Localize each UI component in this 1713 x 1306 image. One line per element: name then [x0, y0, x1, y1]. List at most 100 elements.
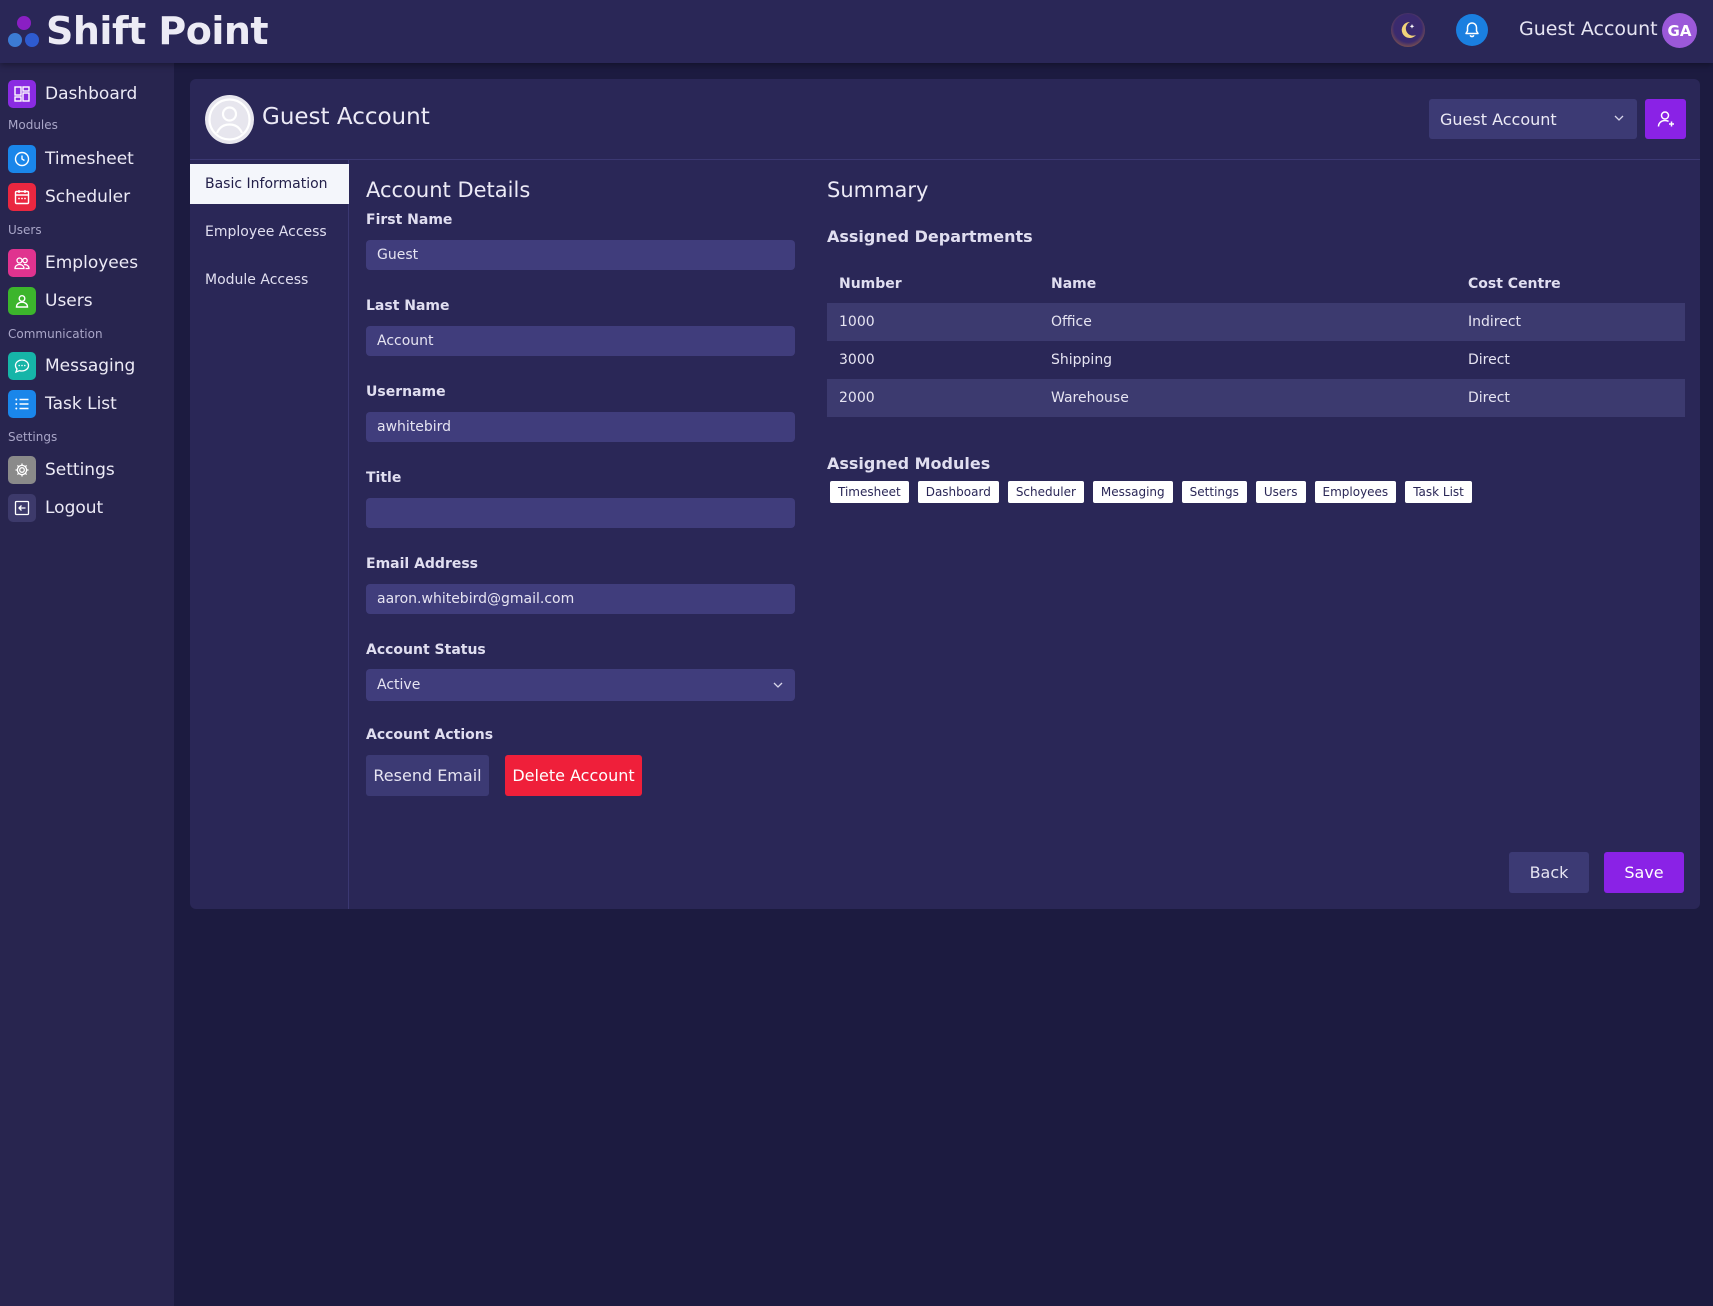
sidebar-item-label: Timesheet — [45, 149, 134, 169]
sidebar-item-scheduler[interactable]: Scheduler — [8, 182, 130, 212]
notifications-button[interactable] — [1456, 14, 1488, 46]
sidebar-item-users[interactable]: Users — [8, 286, 93, 316]
sidebar-section-modules: Modules — [8, 118, 58, 132]
calendar-icon — [8, 183, 36, 211]
username-label: Username — [366, 384, 446, 400]
top-bar: Shift Point Guest Account GA — [0, 0, 1713, 63]
sidebar-section-communication: Communication — [8, 327, 103, 341]
email-value: aaron.whitebird@gmail.com — [377, 591, 575, 607]
table-row: 3000 Shipping Direct — [827, 341, 1685, 379]
sidebar: Dashboard Modules Timesheet Scheduler Us… — [0, 63, 174, 1306]
module-chip-dashboard: Dashboard — [917, 481, 999, 503]
bell-icon — [1465, 22, 1479, 38]
people-icon — [8, 249, 36, 277]
add-user-icon — [1657, 111, 1674, 127]
sidebar-section-users: Users — [8, 223, 42, 237]
cell-cost-centre: Direct — [1468, 390, 1510, 406]
cell-number: 1000 — [839, 314, 875, 330]
sidebar-section-settings: Settings — [8, 430, 58, 444]
current-user-name[interactable]: Guest Account — [1519, 18, 1658, 40]
cell-cost-centre: Indirect — [1468, 314, 1522, 330]
tab-basic-information[interactable]: Basic Information — [190, 164, 349, 204]
title-field[interactable] — [366, 498, 795, 528]
back-button[interactable]: Back — [1509, 852, 1589, 893]
add-user-button[interactable] — [1645, 99, 1686, 139]
page-title: Guest Account — [262, 104, 430, 130]
sidebar-item-label: Messaging — [45, 356, 136, 376]
cell-number: 3000 — [839, 352, 875, 368]
column-name: Name — [1051, 276, 1097, 292]
sidebar-item-label: Task List — [45, 394, 117, 414]
table-header: Number Name Cost Centre — [827, 265, 1685, 303]
gear-icon — [8, 456, 36, 484]
cell-number: 2000 — [839, 390, 875, 406]
account-status-value: Active — [377, 677, 421, 693]
module-chip-timesheet: Timesheet — [830, 481, 909, 503]
user-icon — [8, 287, 36, 315]
logo-dots-icon — [6, 11, 42, 51]
account-details-title: Account Details — [366, 178, 531, 202]
chat-icon — [8, 352, 36, 380]
tab-list: Basic Information Employee Access Module… — [190, 160, 349, 909]
module-chip-settings: Settings — [1181, 481, 1247, 503]
last-name-label: Last Name — [366, 298, 450, 314]
account-status-label: Account Status — [366, 642, 486, 658]
last-name-field[interactable]: Account — [366, 326, 795, 356]
delete-account-button[interactable]: Delete Account — [505, 755, 642, 796]
module-chip-task-list: Task List — [1405, 481, 1472, 503]
sidebar-item-dashboard[interactable]: Dashboard — [8, 79, 137, 109]
user-avatar[interactable]: GA — [1662, 13, 1697, 48]
tab-employee-access[interactable]: Employee Access — [190, 212, 349, 252]
column-number: Number — [839, 276, 902, 292]
account-avatar — [205, 95, 254, 144]
title-label: Title — [366, 470, 402, 486]
chevron-down-icon — [773, 682, 783, 688]
cell-name: Warehouse — [1051, 390, 1129, 406]
moon-icon — [1401, 21, 1416, 38]
cell-cost-centre: Direct — [1468, 352, 1510, 368]
table-row: 1000 Office Indirect — [827, 303, 1685, 341]
account-status-select[interactable]: Active — [366, 669, 795, 701]
first-name-field[interactable]: Guest — [366, 240, 795, 270]
clock-icon — [8, 145, 36, 173]
tab-module-access[interactable]: Module Access — [190, 260, 349, 300]
username-value: awhitebird — [377, 419, 452, 435]
save-button[interactable]: Save — [1604, 852, 1684, 893]
assigned-modules-title: Assigned Modules — [827, 454, 991, 473]
cell-name: Shipping — [1051, 352, 1113, 368]
dashboard-icon — [8, 80, 36, 108]
resend-email-button[interactable]: Resend Email — [366, 755, 489, 796]
logout-icon — [8, 494, 36, 522]
email-label: Email Address — [366, 556, 479, 572]
sidebar-item-timesheet[interactable]: Timesheet — [8, 144, 134, 174]
sidebar-item-employees[interactable]: Employees — [8, 248, 138, 278]
table-row: 2000 Warehouse Direct — [827, 379, 1685, 417]
sidebar-item-label: Employees — [45, 253, 139, 273]
first-name-label: First Name — [366, 212, 453, 228]
app-name: Shift Point — [46, 9, 269, 53]
module-chip-messaging: Messaging — [1092, 481, 1173, 503]
app-logo[interactable]: Shift Point — [6, 6, 269, 56]
module-chip-users: Users — [1255, 481, 1306, 503]
assigned-departments-title: Assigned Departments — [827, 227, 1033, 246]
sidebar-item-messaging[interactable]: Messaging — [8, 351, 135, 381]
sidebar-item-label: Scheduler — [45, 187, 131, 207]
sidebar-item-logout[interactable]: Logout — [8, 493, 103, 523]
last-name-value: Account — [377, 333, 434, 349]
email-field[interactable]: aaron.whitebird@gmail.com — [366, 584, 795, 614]
theme-toggle-button[interactable] — [1391, 13, 1425, 47]
cell-name: Office — [1051, 314, 1092, 330]
sidebar-item-task-list[interactable]: Task List — [8, 389, 117, 419]
first-name-value: Guest — [377, 247, 419, 263]
account-card: Guest Account Guest Account Basic Inform… — [190, 79, 1700, 909]
account-select[interactable]: Guest Account — [1429, 99, 1637, 139]
account-select-value: Guest Account — [1440, 109, 1557, 129]
sidebar-item-label: Settings — [45, 460, 115, 480]
user-silhouette-icon — [208, 98, 251, 141]
module-chip-scheduler: Scheduler — [1007, 481, 1084, 503]
summary-title: Summary — [827, 178, 929, 202]
username-field[interactable]: awhitebird — [366, 412, 795, 442]
column-cost-centre: Cost Centre — [1468, 276, 1561, 292]
departments-table: Number Name Cost Centre 1000 Office Indi… — [827, 265, 1685, 417]
sidebar-item-settings[interactable]: Settings — [8, 455, 115, 485]
